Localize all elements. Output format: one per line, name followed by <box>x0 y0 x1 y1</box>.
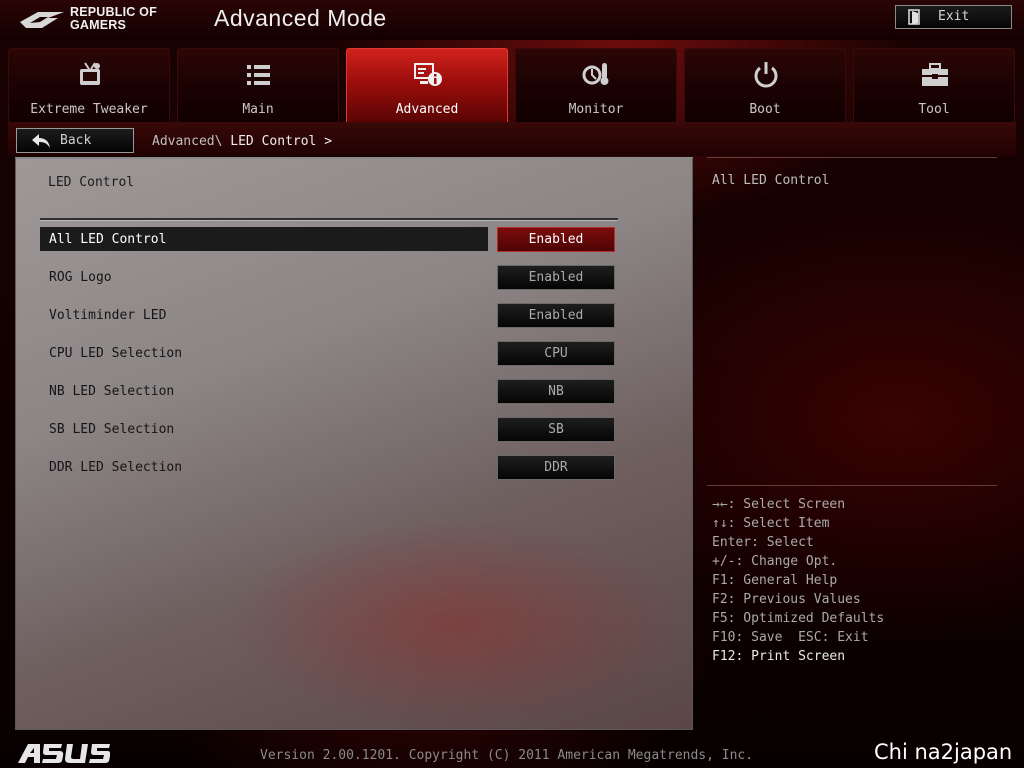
setting-value-all-led-control[interactable]: Enabled <box>497 227 615 252</box>
key-hint: Enter: Select <box>712 535 814 550</box>
tweaker-icon <box>80 62 100 85</box>
asus-logo <box>18 744 110 763</box>
breadcrumb: Advanced\ LED Control > <box>152 134 332 149</box>
setting-label: NB LED Selection <box>49 384 175 399</box>
back-arrow-icon <box>32 134 50 148</box>
setting-label: ROG Logo <box>49 270 112 285</box>
tab-extreme-tweaker[interactable]: Extreme Tweaker <box>8 48 170 122</box>
tab-tool[interactable]: Tool <box>853 48 1015 122</box>
setting-row-cpu-led-selection[interactable]: CPU LED Selection <box>40 341 488 365</box>
tab-monitor[interactable]: Monitor <box>515 48 677 122</box>
list-icon <box>247 65 270 85</box>
setting-value-nb-led-selection[interactable]: NB <box>497 379 615 404</box>
setting-value-voltiminder-led[interactable]: Enabled <box>497 303 615 328</box>
setting-label: SB LED Selection <box>49 422 175 437</box>
settings-panel: LED Control All LED Control Enabled ROG … <box>15 157 693 730</box>
key-hint: ↑↓: Select Item <box>712 516 830 531</box>
watermark-text: Chi na2japan <box>874 740 1013 764</box>
tab-label: Extreme Tweaker <box>30 102 148 117</box>
bios-screen: REPUBLIC OF GAMERS Advanced Mode Exit Ex… <box>0 0 1024 768</box>
back-label: Back <box>60 133 92 148</box>
setting-row-rog-logo[interactable]: ROG Logo <box>40 265 488 289</box>
tab-label: Advanced <box>395 102 459 117</box>
setting-label: All LED Control <box>49 232 167 247</box>
setting-label: DDR LED Selection <box>49 460 183 475</box>
tab-label: Monitor <box>568 102 624 117</box>
help-divider-keys <box>707 485 997 486</box>
page-title: Advanced Mode <box>214 5 387 31</box>
tab-label: Tool <box>918 102 950 117</box>
power-icon <box>754 62 778 88</box>
key-hint: F10: Save ESC: Exit <box>712 630 869 645</box>
tab-label: Boot <box>749 102 781 117</box>
exit-button[interactable]: Exit <box>895 5 1012 29</box>
key-hint: →←: Select Screen <box>712 497 846 512</box>
setting-row-sb-led-selection[interactable]: SB LED Selection <box>40 417 488 441</box>
setting-value-ddr-led-selection[interactable]: DDR <box>497 455 615 480</box>
tab-label: Main <box>242 102 274 117</box>
setting-value-rog-logo[interactable]: Enabled <box>497 265 615 290</box>
section-title: LED Control <box>48 175 135 190</box>
rog-brand-text: REPUBLIC OF GAMERS <box>70 6 157 32</box>
setting-row-ddr-led-selection[interactable]: DDR LED Selection <box>40 455 488 479</box>
setting-value-sb-led-selection[interactable]: SB <box>497 417 615 442</box>
panel-glow <box>226 519 686 729</box>
setting-row-voltiminder-led[interactable]: Voltiminder LED <box>40 303 488 327</box>
key-hint: F5: Optimized Defaults <box>712 611 885 626</box>
thermometer-icon <box>582 63 609 85</box>
breadcrumb-current: LED Control > <box>230 134 333 149</box>
toolbox-icon <box>922 63 948 86</box>
tab-boot[interactable]: Boot <box>684 48 846 122</box>
header-bar: REPUBLIC OF GAMERS Advanced Mode Exit <box>0 0 1024 40</box>
key-hint: +/-: Change Opt. <box>712 554 838 569</box>
breadcrumb-path[interactable]: Advanced\ <box>152 134 222 149</box>
exit-door-icon <box>908 9 920 25</box>
section-divider <box>40 218 618 221</box>
help-description: All LED Control <box>712 173 830 188</box>
setting-value-cpu-led-selection[interactable]: CPU <box>497 341 615 366</box>
breadcrumb-bar: Back Advanced\ LED Control > <box>8 122 1016 156</box>
tab-advanced[interactable]: Advanced <box>346 48 508 122</box>
rog-logo: REPUBLIC OF GAMERS <box>18 4 178 34</box>
rog-brand-line2: GAMERS <box>70 18 127 32</box>
version-text: Version 2.00.1201. Copyright (C) 2011 Am… <box>260 748 754 763</box>
key-hint: F12: Print Screen <box>712 649 846 664</box>
setting-row-all-led-control[interactable]: All LED Control <box>40 227 488 251</box>
setting-label: CPU LED Selection <box>49 346 183 361</box>
setting-label: Voltiminder LED <box>49 308 167 323</box>
exit-label: Exit <box>938 9 970 24</box>
key-legend: →←: Select Screen ↑↓: Select Item Enter:… <box>712 495 884 666</box>
setting-row-nb-led-selection[interactable]: NB LED Selection <box>40 379 488 403</box>
rog-eye-icon <box>20 12 64 28</box>
back-button[interactable]: Back <box>16 128 134 153</box>
advanced-info-icon <box>414 63 442 86</box>
tab-bar: Extreme Tweaker Main Advanced Monitor Bo… <box>0 48 1024 122</box>
key-hint: F1: General Help <box>712 573 838 588</box>
tab-main[interactable]: Main <box>177 48 339 122</box>
help-divider-top <box>707 157 997 158</box>
key-hint: F2: Previous Values <box>712 592 861 607</box>
